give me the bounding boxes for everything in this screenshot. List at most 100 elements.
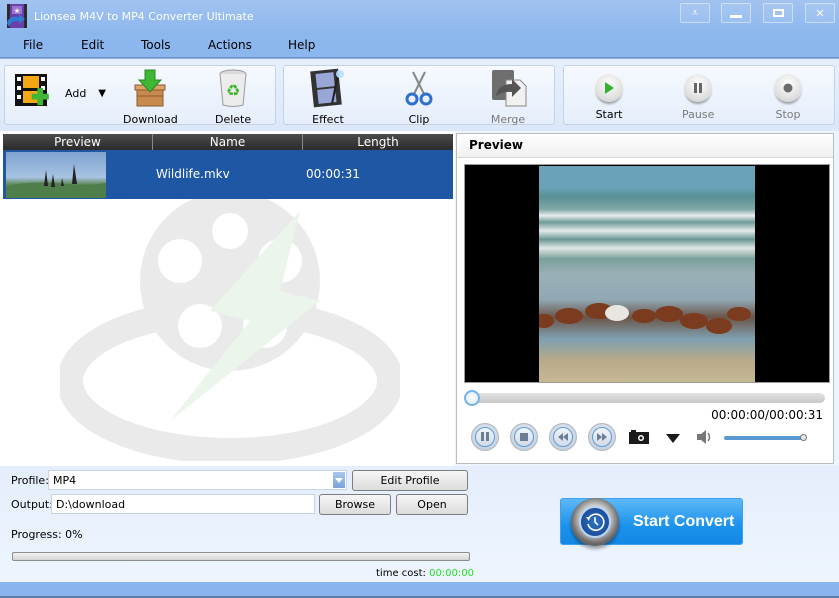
window-title: Lionsea M4V to MP4 Converter Ultimate [34, 10, 254, 23]
delete-button[interactable]: ♻ Delete [215, 68, 251, 126]
close-icon: ✕ [815, 6, 825, 20]
menu-bar: File Edit Tools Actions Help [0, 34, 839, 58]
output-settings: Profile: MP4 Edit Profile Output: D:\dow… [0, 466, 839, 582]
film-add-icon [13, 72, 53, 115]
time-cost-value: 00:00:00 [429, 568, 474, 579]
download-button[interactable]: Download [123, 68, 178, 126]
seek-bar[interactable] [467, 393, 825, 403]
maximize-button[interactable] [763, 3, 793, 23]
file-list[interactable]: Preview Name Length Wildlife.mkv 00:00:3… [0, 131, 455, 466]
time-cost-label: time cost: [376, 568, 426, 579]
volume-icon[interactable] [697, 430, 713, 447]
output-path-input[interactable]: D:\download [51, 494, 315, 514]
column-header-preview[interactable]: Preview [3, 134, 153, 150]
preview-panel: Preview 00:00:00/00:00:31 [455, 131, 839, 466]
add-button[interactable]: Add ▼ [13, 72, 106, 115]
file-row[interactable]: Wildlife.mkv 00:00:31 [3, 150, 453, 199]
start-button[interactable]: Start [595, 74, 623, 121]
window-menu-button[interactable]: ⩡ [680, 3, 710, 23]
profile-dropdown-icon[interactable] [333, 472, 345, 488]
stop-button[interactable]: Stop [774, 74, 802, 121]
effect-label: Effect [312, 113, 344, 126]
edit-profile-button[interactable]: Edit Profile [352, 470, 468, 491]
stop-icon [520, 430, 528, 444]
start-convert-label: Start Convert [633, 513, 735, 530]
svg-text:♻: ♻ [226, 81, 240, 100]
title-bar: ★ Lionsea M4V to MP4 Converter Ultimate … [0, 0, 839, 34]
snapshot-dropdown-icon[interactable] [666, 432, 680, 446]
volume-slider[interactable] [724, 436, 804, 440]
minimize-icon [730, 14, 742, 18]
fast-forward-icon [597, 430, 607, 444]
start-label: Start [595, 108, 623, 121]
pause-icon [684, 74, 713, 102]
video-player[interactable] [464, 164, 830, 383]
video-thumbnail [6, 152, 106, 198]
toolbar-group-playback: Start Pause Stop [563, 65, 835, 125]
progress-label: Progress: 0% [11, 528, 83, 541]
fast-forward-button[interactable] [588, 423, 616, 451]
clip-button[interactable]: Clip [404, 68, 434, 126]
menu-edit[interactable]: Edit [81, 38, 104, 52]
file-list-header: Preview Name Length [3, 134, 453, 150]
dropdown-icon: ⩡ [691, 6, 699, 19]
playback-time: 00:00:00/00:00:31 [711, 408, 823, 422]
scissors-icon [404, 68, 434, 111]
browse-button[interactable]: Browse [319, 494, 391, 515]
open-button[interactable]: Open [396, 494, 468, 515]
rewind-button[interactable] [549, 423, 577, 451]
add-dropdown-icon[interactable]: ▼ [98, 88, 106, 99]
pause-label: Pause [682, 108, 715, 121]
video-frame-image [534, 166, 755, 382]
clock-convert-icon [571, 498, 619, 546]
download-label: Download [123, 113, 178, 126]
volume-handle[interactable] [800, 434, 807, 441]
delete-label: Delete [215, 113, 252, 126]
play-icon [595, 74, 623, 102]
start-convert-button[interactable]: Start Convert [560, 498, 743, 546]
minimize-button[interactable] [721, 3, 751, 23]
progress-bar [12, 552, 470, 561]
output-label: Output: [11, 498, 53, 511]
status-bar [0, 582, 839, 598]
svg-text:★: ★ [14, 7, 20, 15]
stop-icon [774, 74, 802, 102]
film-effect-icon [308, 68, 348, 111]
preview-container: Preview 00:00:00/00:00:31 [456, 133, 834, 464]
profile-select[interactable]: MP4 [48, 470, 347, 490]
add-label: Add [65, 87, 87, 100]
menu-tools[interactable]: Tools [141, 38, 171, 52]
menu-help[interactable]: Help [288, 38, 315, 52]
pause-icon [481, 430, 489, 444]
stop-label: Stop [775, 108, 801, 121]
seek-handle[interactable] [464, 390, 480, 406]
file-name: Wildlife.mkv [156, 167, 230, 181]
rewind-icon [558, 430, 568, 444]
maximize-icon [772, 9, 784, 17]
file-length: 00:00:31 [306, 167, 360, 181]
download-box-icon [132, 68, 168, 111]
app-logo-icon: ★ [5, 3, 29, 31]
merge-button[interactable]: Merge [488, 68, 528, 126]
column-header-length[interactable]: Length [303, 134, 453, 150]
menu-file[interactable]: File [23, 38, 43, 52]
column-header-name[interactable]: Name [153, 134, 303, 150]
clip-label: Clip [408, 113, 430, 126]
preview-stop-button[interactable] [510, 423, 538, 451]
close-button[interactable]: ✕ [805, 3, 835, 23]
recycle-bin-icon: ♻ [217, 68, 249, 111]
toolbar-group-file: Add ▼ Download ♻ Delete [4, 65, 276, 126]
merge-label: Merge [490, 113, 526, 126]
pause-button[interactable]: Pause [682, 74, 714, 121]
time-cost: time cost: 00:00:00 [376, 568, 474, 579]
snapshot-camera-icon[interactable] [629, 430, 649, 447]
preview-pause-button[interactable] [471, 423, 499, 451]
effect-button[interactable]: Effect [308, 68, 348, 126]
menu-actions[interactable]: Actions [208, 38, 252, 52]
film-reel-watermark-icon [57, 191, 403, 464]
profile-value: MP4 [53, 474, 77, 487]
toolbar: Add ▼ Download ♻ Delete Effect Clip Merg… [0, 59, 839, 131]
toolbar-group-edit: Effect Clip Merge [283, 65, 555, 126]
merge-icon [488, 68, 528, 111]
preview-title: Preview [457, 134, 833, 158]
